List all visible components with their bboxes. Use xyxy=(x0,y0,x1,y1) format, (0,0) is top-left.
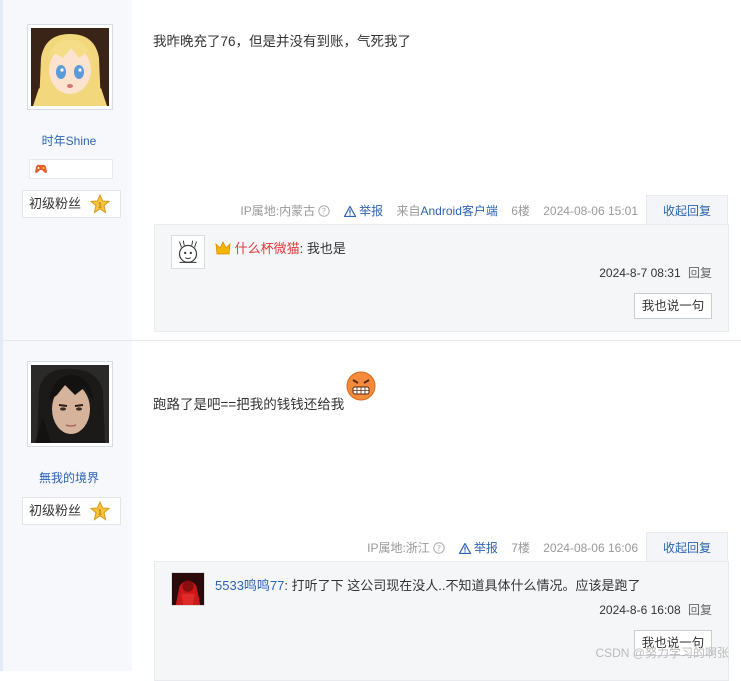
help-icon[interactable]: ? xyxy=(318,205,331,217)
author-sidebar: 無我的境界 初级粉丝 1 xyxy=(0,341,132,671)
reply-line: 5533鸣鸣77: 打听了下 这公司现在没人..不知道具体什么情况。应该是跑了 xyxy=(215,575,640,594)
post-time: 2024-08-06 16:06 xyxy=(543,541,638,555)
warning-icon xyxy=(458,543,471,554)
tieba-badge[interactable] xyxy=(29,159,113,179)
reply-separator: : xyxy=(284,578,289,593)
svg-text:1: 1 xyxy=(98,202,102,210)
floor-number: 7楼 xyxy=(511,541,530,555)
author-sidebar: 时年Shine 初级粉丝 1 xyxy=(0,0,132,340)
post-time: 2024-08-06 15:01 xyxy=(543,204,638,218)
reply-link[interactable]: 回复 xyxy=(688,603,712,617)
game-controller-icon xyxy=(35,164,47,173)
collapse-replies-tab[interactable]: 收起回复 xyxy=(646,532,728,562)
author-username[interactable]: 無我的境界 xyxy=(3,469,135,486)
crown-icon xyxy=(215,241,231,255)
reply-username[interactable]: 5533鸣鸣77 xyxy=(215,578,284,593)
level-label: 初级粉丝 xyxy=(29,196,82,211)
angry-face-emoji-icon xyxy=(346,371,376,401)
client-prefix: 来自 xyxy=(396,204,421,218)
post-content: 我昨晚充了76，但是并没有到账，气死我了 xyxy=(153,34,412,49)
author-avatar[interactable] xyxy=(27,361,113,447)
cat-sketch-avatar-icon[interactable] xyxy=(171,235,205,269)
ip-location: IP属地:内蒙古 xyxy=(240,204,316,218)
reply-time-row: 2024-8-7 08:31 回复 xyxy=(599,264,712,281)
reply-text: 我也是 xyxy=(306,241,346,256)
post-floor-6: 时年Shine 初级粉丝 1 我昨晚充了76，但是并没有到账，气死我了 IP属地… xyxy=(0,0,741,341)
post-content: 跑路了是吧==把我的钱钱还给我 xyxy=(153,371,376,413)
male-character-avatar-icon xyxy=(31,365,109,443)
watermark: CSDN @努力学习的啊张 xyxy=(595,646,729,660)
reply-box: 5533鸣鸣77: 打听了下 这公司现在没人..不知道具体什么情况。应该是跑了 … xyxy=(154,561,729,681)
reply-username[interactable]: 什么杯微猫 xyxy=(235,241,300,256)
level-star-icon: 1 xyxy=(90,194,110,214)
author-avatar[interactable] xyxy=(27,24,113,110)
red-character-avatar-icon[interactable] xyxy=(171,572,205,606)
report-label: 举报 xyxy=(359,204,384,218)
reply-link[interactable]: 回复 xyxy=(688,266,712,280)
report-label: 举报 xyxy=(473,541,498,555)
anime-girl-avatar-icon xyxy=(31,28,109,106)
report-link[interactable]: 举报 xyxy=(343,204,387,218)
level-badge[interactable]: 初级粉丝 1 xyxy=(22,190,121,218)
reply-text: 打听了下 这公司现在没人..不知道具体什么情况。应该是跑了 xyxy=(291,578,641,593)
help-icon[interactable]: ? xyxy=(433,542,445,554)
author-username[interactable]: 时年Shine xyxy=(3,132,135,149)
level-star-icon: 1 xyxy=(90,501,110,521)
ip-location: IP属地:浙江 xyxy=(367,541,430,555)
client-link[interactable]: Android客户端 xyxy=(421,204,498,218)
reply-separator: : xyxy=(299,241,304,256)
reply-box: 什么杯微猫: 我也是 2024-8-7 08:31 回复 我也说一句 xyxy=(154,224,729,332)
svg-text:?: ? xyxy=(322,207,326,216)
floor-number: 6楼 xyxy=(511,204,530,218)
post-floor-7: 無我的境界 初级粉丝 1 跑路了是吧==把我的钱钱还给我 IP属地:浙江 ? 举… xyxy=(0,341,741,681)
post-meta: IP属地:内蒙古 ? 举报 来自Android客户端 6楼 2024-08-06… xyxy=(240,202,638,219)
say-something-button[interactable]: 我也说一句 xyxy=(634,293,712,319)
reply-time: 2024-8-6 16:08 xyxy=(599,603,681,617)
level-label: 初级粉丝 xyxy=(29,503,82,518)
svg-text:1: 1 xyxy=(98,509,102,517)
level-badge[interactable]: 初级粉丝 1 xyxy=(22,497,121,525)
warning-icon xyxy=(343,206,356,217)
svg-text:?: ? xyxy=(437,544,441,553)
post-meta: IP属地:浙江 ? 举报 7楼 2024-08-06 16:06 xyxy=(367,539,638,556)
reply-time-row: 2024-8-6 16:08 回复 xyxy=(599,601,712,618)
reply-time: 2024-8-7 08:31 xyxy=(599,266,681,280)
collapse-replies-tab[interactable]: 收起回复 xyxy=(646,195,728,225)
post-content-text: 跑路了是吧==把我的钱钱还给我 xyxy=(153,397,345,412)
report-link[interactable]: 举报 xyxy=(458,541,502,555)
reply-line: 什么杯微猫: 我也是 xyxy=(215,238,346,257)
